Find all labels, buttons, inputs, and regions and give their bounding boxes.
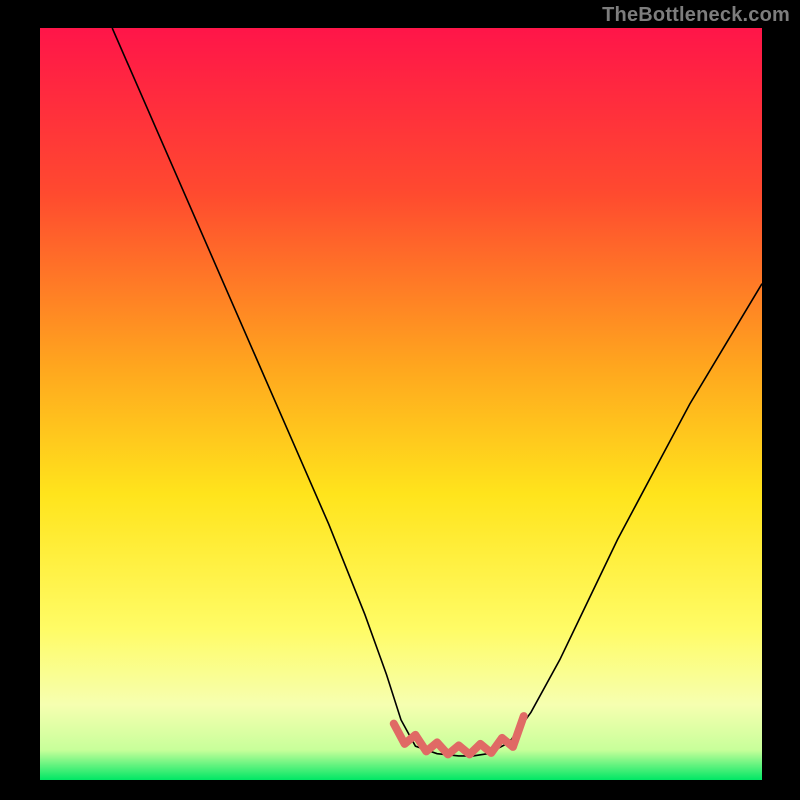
bottleneck-chart: [40, 28, 762, 780]
plot-viewport: [40, 28, 762, 780]
watermark-text: TheBottleneck.com: [602, 4, 790, 27]
gradient-background: [40, 28, 762, 780]
chart-frame: TheBottleneck.com: [0, 0, 800, 800]
